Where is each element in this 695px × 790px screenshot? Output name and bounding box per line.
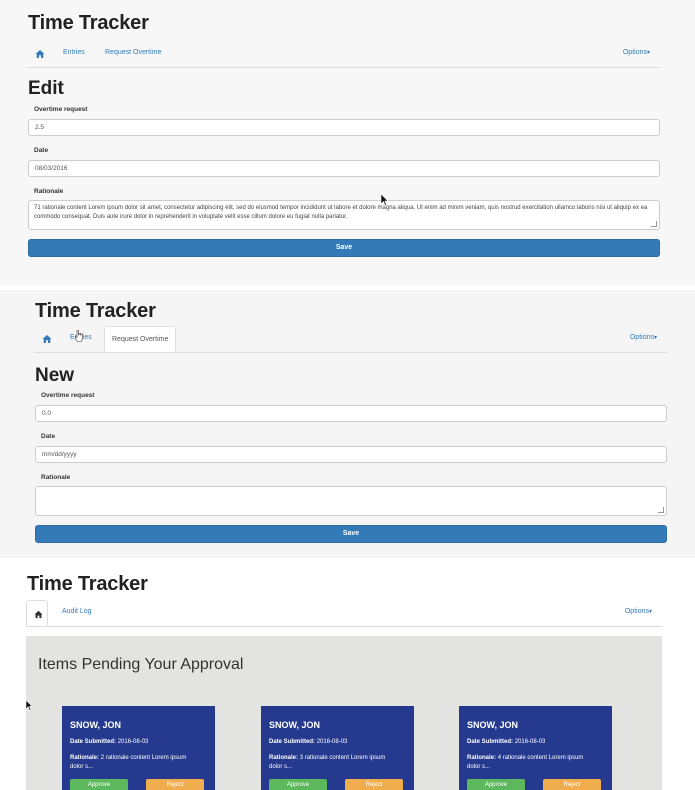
tab-request-overtime[interactable]: Request Overtime <box>104 326 177 352</box>
overtime-input[interactable]: 2.5 <box>28 119 660 136</box>
card-employee-name: SNOW, JON <box>269 720 321 730</box>
card-rationale: Rationale: 4 rationale content Lorem ips… <box>467 755 584 770</box>
reject-button[interactable]: Reject <box>345 779 403 790</box>
approval-card: SNOW, JON Date Submitted: 2016-08-03 Rat… <box>62 706 215 790</box>
date-label: Date <box>34 147 49 154</box>
app-title: Time Tracker <box>28 12 149 34</box>
overtime-label: Overtime request <box>34 106 88 113</box>
date-input[interactable]: mm/dd/yyyy <box>35 446 667 463</box>
home-icon[interactable] <box>35 49 45 59</box>
card-date: Date Submitted: 2016-08-03 <box>70 739 149 745</box>
home-icon[interactable] <box>42 334 52 344</box>
nav-audit-log-link[interactable]: Audit Log <box>62 608 92 615</box>
overtime-label: Overtime request <box>41 392 95 399</box>
card-rationale: Rationale: 3 rationale content Lorem ips… <box>269 755 386 770</box>
navbar: Audit Log Options▾ <box>26 600 662 627</box>
rationale-textarea[interactable] <box>35 486 667 516</box>
options-dropdown[interactable]: Options▾ <box>625 608 652 615</box>
card-employee-name: SNOW, JON <box>467 720 519 730</box>
mouse-pointer-icon <box>381 194 389 206</box>
nav-entries-link[interactable]: Entries <box>63 49 85 56</box>
approval-card: SNOW, JON Date Submitted: 2016-08-03 Rat… <box>459 706 612 790</box>
form-heading: Edit <box>28 78 64 99</box>
approval-screen: Time Tracker Audit Log Options▾ Items Pe… <box>0 566 695 790</box>
tab-home[interactable] <box>26 600 48 626</box>
rationale-label: Rationale <box>41 474 71 481</box>
reject-button[interactable]: Reject <box>543 779 601 790</box>
card-date: Date Submitted: 2016-08-03 <box>269 739 348 745</box>
card-rationale: Rationale: 2 rationale content Lorem ips… <box>70 755 187 770</box>
date-label: Date <box>41 433 56 440</box>
pending-approvals-section: Items Pending Your Approval SNOW, JON Da… <box>26 636 662 790</box>
save-button[interactable]: Save <box>28 239 660 257</box>
reject-button[interactable]: Reject <box>146 779 204 790</box>
hand-pointer-icon <box>74 330 83 342</box>
overtime-input[interactable]: 0.0 <box>35 405 667 422</box>
edit-overtime-screen: Time Tracker Entries Request Overtime Op… <box>0 0 695 285</box>
rationale-label: Rationale <box>34 188 64 195</box>
approve-button[interactable]: Approve <box>269 779 327 790</box>
new-overtime-screen: Time Tracker Entries Request Overtime Op… <box>0 290 695 558</box>
rationale-textarea[interactable]: 71 rationale content Lorem ipsum dolor s… <box>28 200 660 230</box>
app-title: Time Tracker <box>35 300 156 322</box>
options-label: Options <box>624 608 649 615</box>
options-dropdown[interactable]: Options▾ <box>623 49 650 56</box>
navbar: Entries Request Overtime Options▾ <box>34 326 667 353</box>
nav-request-overtime-link[interactable]: Request Overtime <box>105 49 161 56</box>
approve-button[interactable]: Approve <box>467 779 525 790</box>
pending-title: Items Pending Your Approval <box>38 656 244 673</box>
home-icon <box>34 610 43 619</box>
app-title: Time Tracker <box>27 573 148 595</box>
navbar: Entries Request Overtime Options▾ <box>27 43 660 68</box>
rationale-text: 71 rationale content Lorem ipsum dolor s… <box>34 205 648 220</box>
card-date: Date Submitted: 2016-08-03 <box>467 739 546 745</box>
options-label: Options <box>622 49 647 56</box>
approval-card: SNOW, JON Date Submitted: 2016-08-03 Rat… <box>261 706 414 790</box>
save-button[interactable]: Save <box>35 525 667 543</box>
caret-down-icon: ▾ <box>646 50 650 56</box>
resize-grip-icon[interactable] <box>658 507 664 513</box>
options-label: Options <box>629 334 654 341</box>
caret-down-icon: ▾ <box>648 609 652 615</box>
resize-grip-icon[interactable] <box>651 221 657 227</box>
date-input[interactable]: 08/03/2016 <box>28 160 660 177</box>
mouse-pointer-icon <box>26 700 33 711</box>
options-dropdown[interactable]: Options▾ <box>630 334 657 341</box>
approve-button[interactable]: Approve <box>70 779 128 790</box>
form-heading: New <box>35 365 75 386</box>
caret-down-icon: ▾ <box>653 335 657 341</box>
card-employee-name: SNOW, JON <box>70 720 122 730</box>
